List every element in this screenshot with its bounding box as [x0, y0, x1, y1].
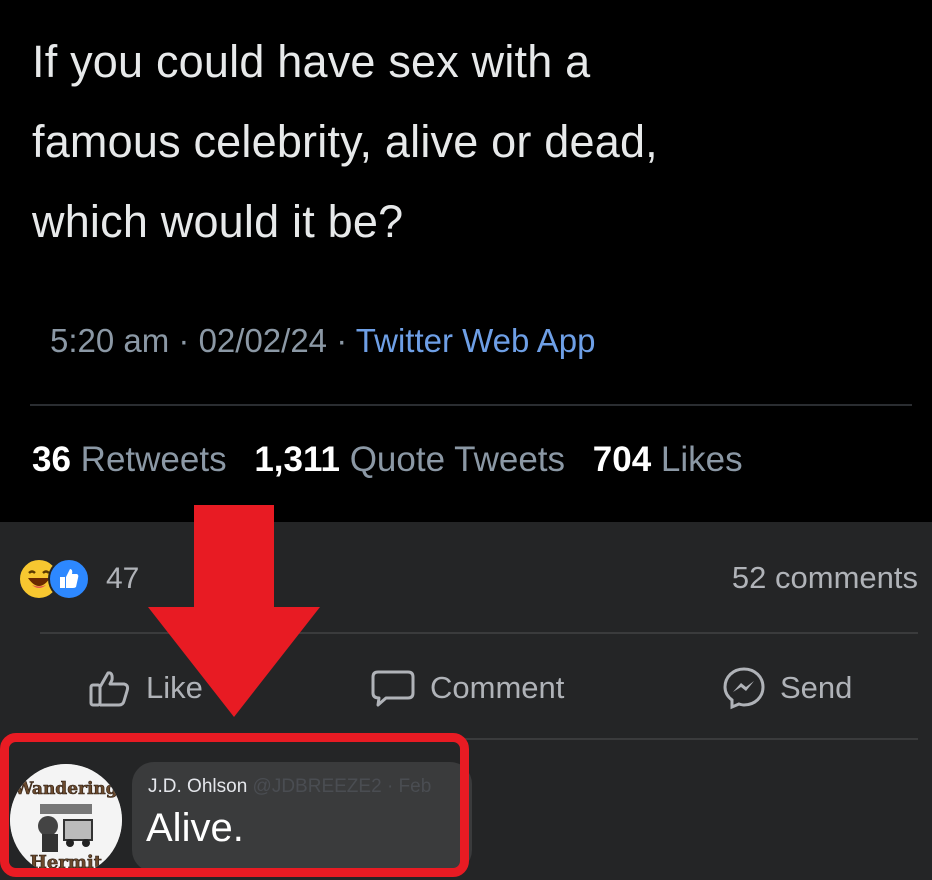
like-reaction-icon: [48, 558, 90, 600]
tweet-date: 02/02/24: [198, 322, 328, 359]
retweets-count[interactable]: 36: [32, 440, 71, 479]
tweet-source-link[interactable]: Twitter Web App: [356, 322, 596, 359]
send-label: Send: [780, 670, 853, 705]
comments-count-link[interactable]: 52 comments: [732, 560, 918, 596]
likes-count[interactable]: 704: [593, 440, 651, 479]
likes-label[interactable]: Likes: [661, 440, 743, 479]
separator: ·: [327, 322, 356, 359]
divider: [30, 404, 912, 406]
post-actions-bar: Like Comment Send: [0, 652, 932, 724]
reactions-row: 47 52 comments: [0, 522, 932, 632]
tweet-text-line: which would it be?: [32, 196, 404, 247]
quote-tweets-label[interactable]: Quote Tweets: [350, 440, 565, 479]
tweet-text-line: famous celebrity, alive or dead,: [32, 116, 658, 167]
reaction-icons[interactable]: [18, 558, 98, 600]
tweet-stats: 36 Retweets 1,311 Quote Tweets 704 Likes: [32, 440, 743, 480]
tweet-text-line: If you could have sex with a: [32, 36, 591, 87]
comment-label: Comment: [430, 670, 565, 705]
send-button[interactable]: Send: [722, 652, 852, 724]
red-arrow-down-icon: [148, 505, 320, 717]
comment-button[interactable]: Comment: [370, 652, 564, 724]
thumbs-up-icon: [89, 671, 130, 707]
comment-bubble-icon: [371, 670, 415, 707]
tweet-time: 5:20 am: [50, 322, 170, 359]
reaction-count[interactable]: 47: [106, 562, 139, 596]
retweets-label[interactable]: Retweets: [81, 440, 227, 479]
tweet-card: If you could have sex with a famous cele…: [0, 0, 932, 522]
tweet-metadata: 5:20 am · 02/02/24 · Twitter Web App: [50, 322, 595, 360]
tweet-text: If you could have sex with a famous cele…: [32, 22, 892, 262]
red-highlight-box: [0, 733, 469, 877]
messenger-icon: [723, 667, 765, 710]
quote-tweets-count[interactable]: 1,311: [254, 440, 340, 479]
separator: ·: [169, 322, 199, 359]
